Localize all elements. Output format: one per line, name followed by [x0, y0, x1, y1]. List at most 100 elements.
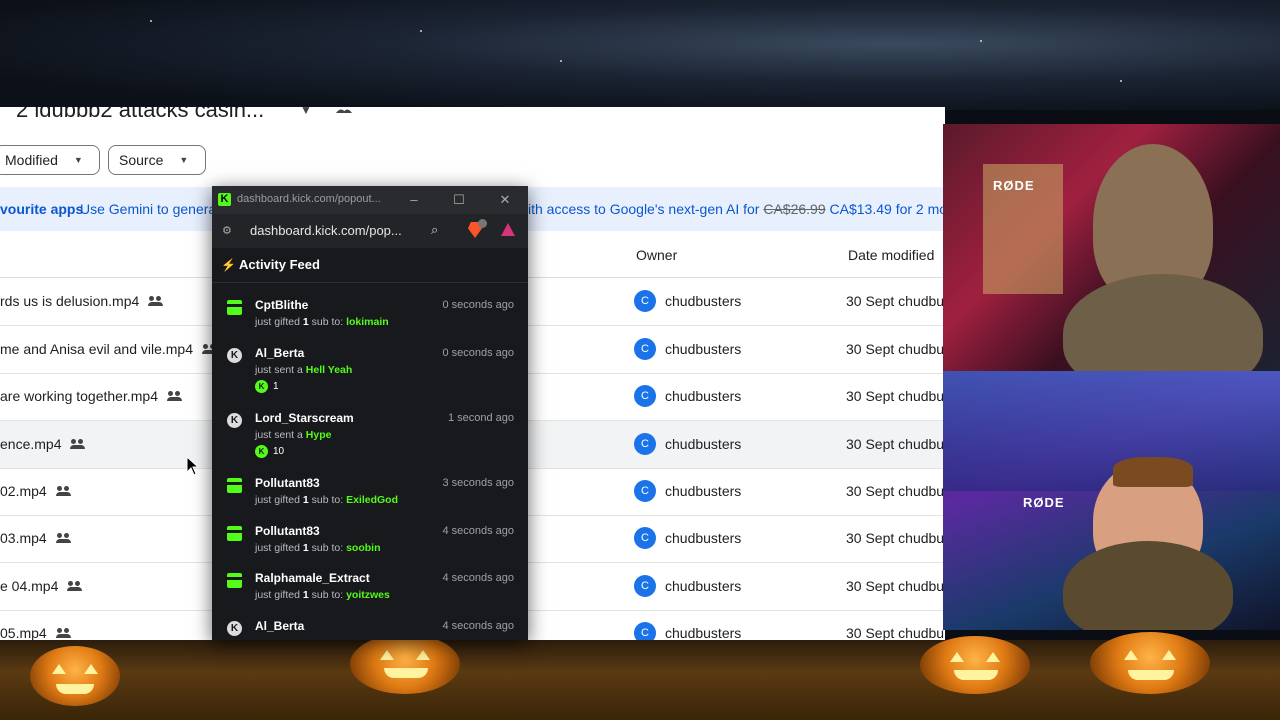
- file-owner: chudbusters: [665, 578, 742, 594]
- banner-offer-text: ith access to Google's next-gen AI for: [528, 201, 760, 217]
- event-time: 0 seconds ago: [442, 347, 514, 359]
- shared-people-icon[interactable]: [336, 107, 352, 113]
- webcam-feed-bottom: RØDE: [943, 371, 1280, 630]
- shared-icon: [55, 486, 71, 496]
- banner-text-right[interactable]: ith access to Google's next-gen AI for C…: [528, 201, 945, 217]
- microphone-brand-label: RØDE: [1023, 495, 1065, 510]
- owner-avatar: C: [634, 385, 656, 407]
- popout-titlebar[interactable]: K dashboard.kick.com/popout... – ☐ ✕: [212, 186, 528, 214]
- modified-filter-chip[interactable]: Modified ▼: [0, 145, 100, 175]
- shared-icon: [148, 296, 164, 306]
- folder-title[interactable]: 2 ldubbb2 attacks casin...: [16, 107, 264, 123]
- streamer-figure: [1063, 274, 1263, 371]
- event-username[interactable]: Pollutant83: [255, 524, 320, 538]
- kick-icon: K: [227, 348, 242, 363]
- event-description: just gifted 1 sub to: ExiledGod: [255, 494, 399, 506]
- event-username[interactable]: Al_Berta: [255, 619, 304, 633]
- event-time: 4 seconds ago: [442, 572, 514, 584]
- file-name: me and Anisa evil and vile.mp4: [0, 341, 193, 357]
- pumpkin-image: [350, 634, 460, 694]
- kick-icon: K: [227, 621, 242, 636]
- file-date: 30 Sept chudbu: [846, 578, 945, 594]
- brave-rewards-icon[interactable]: [501, 223, 515, 236]
- file-owner: chudbusters: [665, 483, 742, 499]
- file-date: 30 Sept chudbu: [846, 388, 945, 404]
- maximize-icon[interactable]: ☐: [450, 191, 468, 209]
- popout-address-bar: ⚙ dashboard.kick.com/pop... ⌕: [212, 214, 528, 248]
- file-name: 05.mp4: [0, 625, 47, 640]
- site-settings-icon[interactable]: ⚙: [222, 224, 234, 237]
- bowler-hat: [1113, 457, 1193, 487]
- event-username[interactable]: CptBlithe: [255, 298, 308, 312]
- owner-column-header[interactable]: Owner: [636, 247, 677, 263]
- star: [150, 20, 152, 22]
- event-time: 0 seconds ago: [442, 299, 514, 311]
- banner-old-price: CA$26.99: [763, 201, 826, 217]
- event-description: just sent a Hype: [255, 429, 332, 441]
- banner-text-left[interactable]: Use Gemini to genera: [80, 201, 216, 217]
- webcam-feed-top: RØDE: [943, 124, 1280, 371]
- file-name: rds us is delusion.mp4: [0, 293, 140, 309]
- minimize-icon[interactable]: –: [405, 191, 423, 209]
- event-username[interactable]: Ralphamale_Extract: [255, 571, 370, 585]
- modified-filter-label: Modified: [5, 152, 58, 168]
- chevron-down-icon[interactable]: ▼: [300, 107, 312, 117]
- event-time: 4 seconds ago: [442, 525, 514, 537]
- file-owner: chudbusters: [665, 341, 742, 357]
- owner-avatar: C: [634, 575, 656, 597]
- kicks-amount: K1: [255, 380, 279, 393]
- zoom-icon[interactable]: ⌕: [431, 222, 447, 238]
- event-time: 4 seconds ago: [442, 620, 514, 632]
- pumpkin-background-bottom: [0, 632, 1280, 720]
- shared-icon: [67, 581, 83, 591]
- microphone-brand-label: RØDE: [993, 178, 1035, 193]
- shared-icon: [70, 439, 86, 449]
- mouse-pointer-icon: [186, 456, 200, 476]
- file-name: ence.mp4: [0, 436, 62, 452]
- shields-count-badge: [478, 219, 487, 228]
- streamer-figure: [1063, 541, 1233, 630]
- star: [980, 40, 982, 42]
- banner-new-price: CA$13.49 for 2 mo: [829, 201, 945, 217]
- star: [560, 60, 562, 62]
- source-filter-chip[interactable]: Source ▼: [108, 145, 206, 175]
- owner-avatar: C: [634, 338, 656, 360]
- file-date: 30 Sept chudbu: [846, 625, 945, 640]
- banner-lead-text: vourite apps: [0, 201, 84, 217]
- file-owner: chudbusters: [665, 388, 742, 404]
- owner-avatar: C: [634, 433, 656, 455]
- owner-avatar: C: [634, 480, 656, 502]
- close-icon[interactable]: ✕: [496, 191, 514, 209]
- file-date: 30 Sept chudbu: [846, 483, 945, 499]
- shared-icon: [55, 533, 71, 543]
- event-username[interactable]: Al_Berta: [255, 346, 304, 360]
- gift-icon: [226, 478, 243, 493]
- event-username[interactable]: Lord_Starscream: [255, 411, 354, 425]
- shared-icon: [55, 628, 71, 638]
- pumpkin-image: [30, 646, 120, 706]
- gift-icon: [226, 573, 243, 588]
- window-backdrop: [943, 371, 1280, 491]
- event-time: 3 seconds ago: [442, 477, 514, 489]
- event-username[interactable]: Pollutant83: [255, 476, 320, 490]
- file-owner: chudbusters: [665, 293, 742, 309]
- owner-avatar: C: [634, 290, 656, 312]
- kicks-amount: K 10: [255, 445, 284, 458]
- kick-logo-icon: K: [218, 193, 231, 206]
- kick-activity-popout-window: K dashboard.kick.com/popout... – ☐ ✕ ⚙ d…: [212, 186, 528, 640]
- file-owner: chudbusters: [665, 436, 742, 452]
- source-filter-label: Source: [119, 152, 164, 168]
- owner-avatar: C: [634, 527, 656, 549]
- chevron-down-icon: ▼: [73, 155, 83, 165]
- file-date: 30 Sept chudbu: [846, 293, 945, 309]
- lightning-icon: ⚡: [221, 258, 236, 272]
- file-date: 30 Sept chudbu: [846, 436, 945, 452]
- gift-icon: [226, 300, 243, 315]
- gift-icon: [226, 526, 243, 541]
- file-owner: chudbusters: [665, 625, 742, 640]
- kicks-coin-icon: K: [255, 380, 268, 393]
- date-modified-column-header[interactable]: Date modified: [848, 247, 934, 263]
- file-date: 30 Sept chudbu: [846, 530, 945, 546]
- chevron-down-icon: ▼: [179, 155, 189, 165]
- address-url[interactable]: dashboard.kick.com/pop...: [250, 223, 402, 238]
